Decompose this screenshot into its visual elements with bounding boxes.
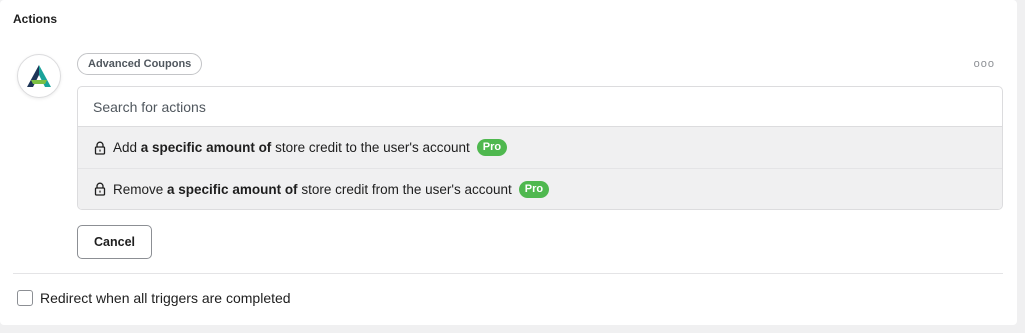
integration-pill[interactable]: Advanced Coupons [77, 53, 203, 75]
redirect-option[interactable]: Redirect when all triggers are completed [17, 290, 291, 306]
search-row [78, 87, 1002, 127]
more-dots-icon[interactable]: ooo [974, 58, 995, 70]
action-item-remove-store-credit[interactable]: Remove a specific amount of store credit… [78, 168, 1002, 209]
pro-badge: Pro [518, 180, 550, 198]
action-selector: Add a specific amount of store credit to… [77, 86, 1003, 210]
redirect-label: Redirect when all triggers are completed [40, 290, 291, 306]
cancel-button[interactable]: Cancel [77, 225, 152, 259]
pro-badge: Pro [476, 139, 508, 156]
action-label: Remove a specific amount of store credit… [113, 181, 512, 197]
action-item-add-store-credit[interactable]: Add a specific amount of store credit to… [78, 127, 1002, 168]
section-title: Actions [13, 12, 58, 26]
action-label: Add a specific amount of store credit to… [113, 140, 470, 155]
actions-panel: Actions Advanced Coupons ooo Add a speci… [0, 0, 1017, 325]
search-input[interactable] [93, 87, 1002, 126]
lock-icon [94, 182, 106, 196]
divider [13, 273, 1003, 274]
advanced-coupons-logo-icon [17, 54, 61, 98]
lock-icon [94, 141, 106, 155]
redirect-checkbox[interactable] [17, 290, 33, 306]
